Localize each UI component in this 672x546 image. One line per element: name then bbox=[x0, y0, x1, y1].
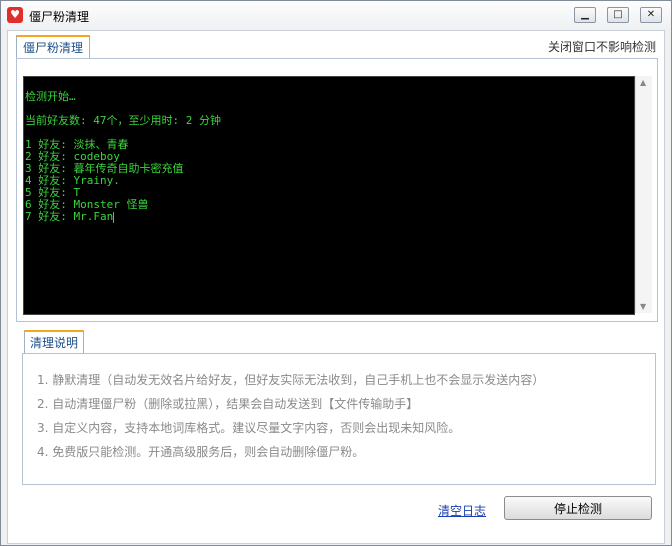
console-scrollbar[interactable]: ▲ ▼ bbox=[635, 76, 652, 313]
text-cursor bbox=[113, 211, 115, 223]
log-summary-line: 当前好友数: 47个，至少用时: 2 分钟 bbox=[25, 114, 221, 127]
log-start-line: 检测开始… bbox=[25, 90, 76, 103]
scroll-down-arrow-icon[interactable]: ▼ bbox=[640, 302, 646, 311]
app-window: ♥ 僵尸粉清理 ▁ □ ✕ 僵尸粉清理 关闭窗口不影响检测 检测开始… 当前好友… bbox=[0, 0, 672, 546]
log-friend-line: 7 好友: Mr.Fan bbox=[25, 208, 115, 224]
log-console[interactable]: 检测开始… 当前好友数: 47个，至少用时: 2 分钟 1 好友: 淡抹、青春 … bbox=[23, 76, 635, 315]
minimize-button[interactable]: ▁ bbox=[574, 7, 596, 23]
stop-detection-button[interactable]: 停止检测 bbox=[504, 496, 652, 520]
close-window-notice: 关闭窗口不影响检测 bbox=[547, 40, 656, 54]
heart-app-icon: ♥ bbox=[7, 7, 23, 23]
tab-cleanup-instructions[interactable]: 清理说明 bbox=[24, 330, 85, 354]
clear-log-link[interactable]: 清空日志 bbox=[438, 502, 486, 519]
instruction-item: 4. 免费版只能检测。开通高级服务后，则会自动删除僵尸粉。 bbox=[37, 445, 365, 459]
instructions-panel: 1. 静默清理（自动发无效名片给好友，但好友实际无法收到，自己手机上也不会显示发… bbox=[22, 353, 656, 485]
maximize-button[interactable]: □ bbox=[607, 7, 629, 23]
minimize-icon: ▁ bbox=[581, 9, 589, 20]
client-area: 僵尸粉清理 关闭窗口不影响检测 检测开始… 当前好友数: 47个，至少用时: 2… bbox=[7, 30, 665, 544]
close-button[interactable]: ✕ bbox=[640, 7, 662, 23]
scroll-up-arrow-icon[interactable]: ▲ bbox=[640, 78, 646, 87]
instruction-item: 2. 自动清理僵尸粉（删除或拉黑），结果会自动发送到【文件传输助手】 bbox=[37, 397, 419, 411]
log-friend-text: 7 好友: Mr.Fan bbox=[25, 210, 114, 223]
close-icon: ✕ bbox=[646, 9, 656, 20]
window-title: 僵尸粉清理 bbox=[29, 10, 90, 24]
tab-zombie-cleanup[interactable]: 僵尸粉清理 bbox=[16, 35, 91, 59]
instruction-item: 1. 静默清理（自动发无效名片给好友，但好友实际无法收到，自己手机上也不会显示发… bbox=[37, 373, 545, 387]
maximize-icon: □ bbox=[613, 9, 623, 20]
instruction-item: 3. 自定义内容，支持本地词库格式。建议尽量文字内容，否则会出现未知风险。 bbox=[37, 421, 461, 435]
title-bar[interactable]: ♥ 僵尸粉清理 ▁ □ ✕ bbox=[1, 1, 671, 30]
